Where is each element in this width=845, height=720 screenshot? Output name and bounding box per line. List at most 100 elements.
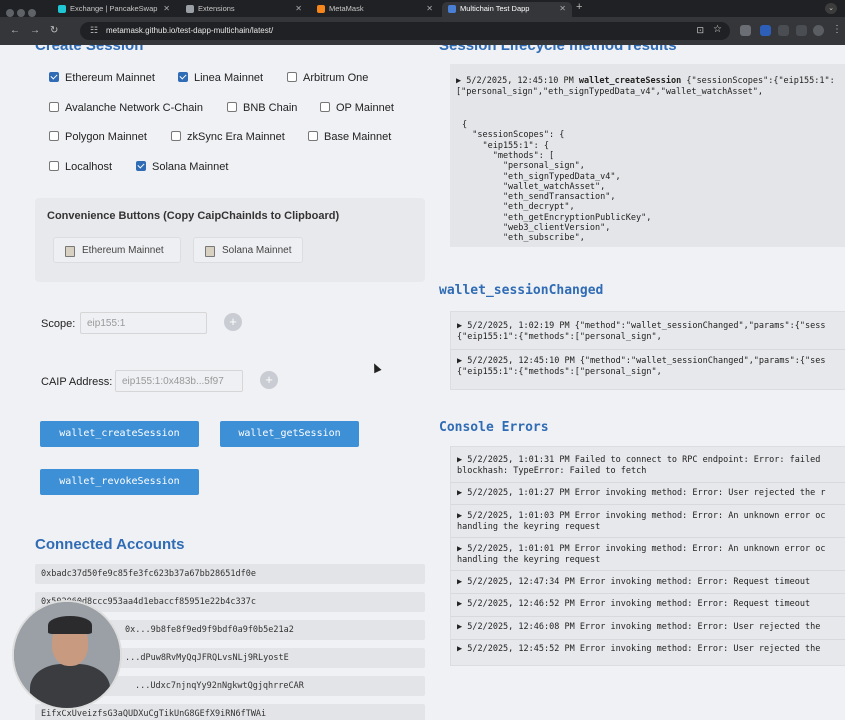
checkbox-icon[interactable] xyxy=(227,102,237,112)
forward-icon[interactable]: → xyxy=(30,26,40,36)
checkbox-base-mainnet[interactable]: Base Mainnet xyxy=(308,131,391,143)
checkbox-icon[interactable] xyxy=(171,131,181,141)
new-tab-button[interactable]: + xyxy=(576,1,582,13)
summary-text-line-2: ["personal_sign","eth_signTypedData_v4",… xyxy=(456,87,764,97)
install-icon[interactable]: ⊡ xyxy=(696,25,704,36)
session-lifecycle-heading: Session Lifecycle method results xyxy=(439,45,677,54)
tab-extensions[interactable]: Extensions ✕ xyxy=(180,2,308,17)
console-error-entry[interactable]: ▶ 5/2/2025, 12:46:52 PM Error invoking m… xyxy=(451,593,845,617)
tab-pancakeswap[interactable]: Exchange | PancakeSwap ✕ xyxy=(52,2,176,17)
console-error-entry[interactable]: ▶ 5/2/2025, 1:01:03 PM Error invoking me… xyxy=(451,504,845,538)
entry-text-2: blockhash: TypeError: Failed to fetch xyxy=(457,466,647,476)
close-icon[interactable]: ✕ xyxy=(295,2,302,16)
checkbox-label: Avalanche Network C-Chain xyxy=(65,102,203,114)
console-error-entry[interactable]: ▶ 5/2/2025, 12:46:08 PM Error invoking m… xyxy=(451,616,845,640)
webcam-overlay xyxy=(12,600,122,710)
tab-label: MetaMask xyxy=(329,4,364,13)
site-info-icon[interactable]: ☷ xyxy=(90,25,98,36)
caip-address-input[interactable]: eip155:1:0x483b...5f97 xyxy=(115,370,243,392)
checkbox-label: Linea Mainnet xyxy=(194,72,264,84)
checkbox-label: Base Mainnet xyxy=(324,131,392,143)
bookmark-star-icon[interactable]: ☆ xyxy=(713,24,722,35)
checkbox-icon[interactable] xyxy=(136,161,146,171)
metamask-extension-icon[interactable] xyxy=(760,25,771,36)
add-caip-plus-icon[interactable]: + xyxy=(260,371,278,389)
close-icon[interactable]: ✕ xyxy=(426,2,433,16)
puzzle-icon xyxy=(186,5,194,13)
checkbox-label: BNB Chain xyxy=(243,102,298,114)
mouse-cursor xyxy=(370,361,382,374)
session-changed-entry[interactable]: ▶ 5/2/2025, 1:02:19 PM {"method":"wallet… xyxy=(451,312,845,350)
clipboard-icon xyxy=(205,246,215,257)
console-error-entry[interactable]: ▶ 5/2/2025, 1:01:01 PM Error invoking me… xyxy=(451,537,845,571)
wallet-revoke-session-button[interactable]: wallet_revokeSession xyxy=(40,469,199,495)
console-error-entry[interactable]: ▶ 5/2/2025, 12:45:52 PM Error invoking m… xyxy=(451,639,845,665)
tab-metamask[interactable]: MetaMask ✕ xyxy=(311,2,439,17)
json-line: "eth_sendTransaction", xyxy=(462,192,616,203)
clipboard-icon xyxy=(65,246,75,257)
entry-text: ▶ 5/2/2025, 1:01:31 PM Failed to connect… xyxy=(457,455,821,465)
checkbox-label: Arbitrum One xyxy=(303,72,369,84)
dapp-icon xyxy=(448,5,456,13)
checkbox-op-mainnet[interactable]: OP Mainnet xyxy=(320,102,394,114)
checkbox-icon[interactable] xyxy=(178,72,188,82)
back-icon[interactable]: ← xyxy=(10,26,20,36)
close-icon[interactable]: ✕ xyxy=(163,2,170,16)
checkbox-zksync-era[interactable]: zkSync Era Mainnet xyxy=(171,131,285,143)
checkbox-label: Polygon Mainnet xyxy=(65,131,147,143)
puzzle-extensions-icon[interactable] xyxy=(778,25,789,36)
metamask-fox-icon xyxy=(317,5,325,13)
profile-avatar[interactable] xyxy=(813,25,824,36)
add-scope-plus-icon[interactable]: + xyxy=(224,313,242,331)
checkbox-icon[interactable] xyxy=(308,131,318,141)
json-line: "web3_clientVersion", xyxy=(462,223,611,233)
extension-icon[interactable] xyxy=(740,25,751,36)
checkbox-icon[interactable] xyxy=(49,131,59,141)
checkbox-label: zkSync Era Mainnet xyxy=(187,131,285,143)
copy-ethereum-mainnet-button[interactable]: Ethereum Mainnet xyxy=(53,237,181,263)
checkbox-ethereum-mainnet[interactable]: Ethereum Mainnet xyxy=(49,72,155,84)
entry-text-2: handling the keyring request xyxy=(457,555,601,565)
console-error-entry[interactable]: ▶ 5/2/2025, 1:01:27 PM Error invoking me… xyxy=(451,482,845,505)
close-icon[interactable]: ✕ xyxy=(559,2,566,16)
account-row[interactable]: 0xbadc37d50fe9c85fe3fc623b37a67bb28651df… xyxy=(35,564,425,584)
json-line: "sessionScopes": { xyxy=(462,130,565,141)
tab-search-button[interactable]: ⌄ xyxy=(825,3,837,14)
entry-text-2: {"eip155:1":{"methods":["personal_sign", xyxy=(457,367,662,377)
console-error-entry[interactable]: ▶ 5/2/2025, 1:01:31 PM Failed to connect… xyxy=(451,447,845,483)
json-line: "eth_decrypt", xyxy=(462,202,575,213)
checkbox-solana-mainnet[interactable]: Solana Mainnet xyxy=(136,161,228,173)
tab-multichain-test-dapp[interactable]: Multichain Test Dapp ✕ xyxy=(442,2,572,17)
wallet-create-session-button[interactable]: wallet_createSession xyxy=(40,421,199,447)
tab-label: Extensions xyxy=(198,4,235,13)
sidebar-icon[interactable] xyxy=(796,25,807,36)
checkbox-linea-mainnet[interactable]: Linea Mainnet xyxy=(178,72,263,84)
console-error-entry[interactable]: ▶ 5/2/2025, 12:47:34 PM Error invoking m… xyxy=(451,570,845,594)
checkbox-polygon-mainnet[interactable]: Polygon Mainnet xyxy=(49,131,147,143)
wallet-get-session-button[interactable]: wallet_getSession xyxy=(220,421,359,447)
checkbox-icon[interactable] xyxy=(287,72,297,82)
checkbox-icon[interactable] xyxy=(49,161,59,171)
checkbox-icon[interactable] xyxy=(320,102,330,112)
lifecycle-entry-summary[interactable]: ▶ 5/2/2025, 12:45:10 PM wallet_createSes… xyxy=(456,76,835,86)
json-line: { xyxy=(462,120,468,130)
checkbox-localhost[interactable]: Localhost xyxy=(49,161,112,173)
checkbox-icon[interactable] xyxy=(49,102,59,112)
checkbox-bnb-chain[interactable]: BNB Chain xyxy=(227,102,297,114)
reload-icon[interactable]: ↻ xyxy=(50,26,58,36)
caip-address-label: CAIP Address: xyxy=(41,376,113,388)
checkbox-icon[interactable] xyxy=(49,72,59,82)
session-changed-entry[interactable]: ▶ 5/2/2025, 12:45:10 PM {"method":"walle… xyxy=(451,349,845,389)
browser-toolbar: ← → ↻ ☷ metamask.github.io/test-dapp-mul… xyxy=(0,17,845,45)
copy-solana-mainnet-button[interactable]: Solana Mainnet xyxy=(193,237,303,263)
json-line: "methods": [ xyxy=(462,150,555,161)
kebab-menu-icon[interactable]: ⋮ xyxy=(832,25,842,35)
address-bar[interactable]: ☷ metamask.github.io/test-dapp-multichai… xyxy=(80,22,730,40)
scope-input[interactable]: eip155:1 xyxy=(80,312,207,334)
entry-text: ▶ 5/2/2025, 12:45:10 PM {"method":"walle… xyxy=(457,356,826,366)
console-errors-log: ▶ 5/2/2025, 1:01:31 PM Failed to connect… xyxy=(450,446,845,666)
json-line: "eth_signTypedData_v4", xyxy=(462,171,621,182)
checkbox-arbitrum-one[interactable]: Arbitrum One xyxy=(287,72,368,84)
checkbox-avalanche[interactable]: Avalanche Network C-Chain xyxy=(49,102,203,114)
entry-text-2: handling the keyring request xyxy=(457,522,601,532)
